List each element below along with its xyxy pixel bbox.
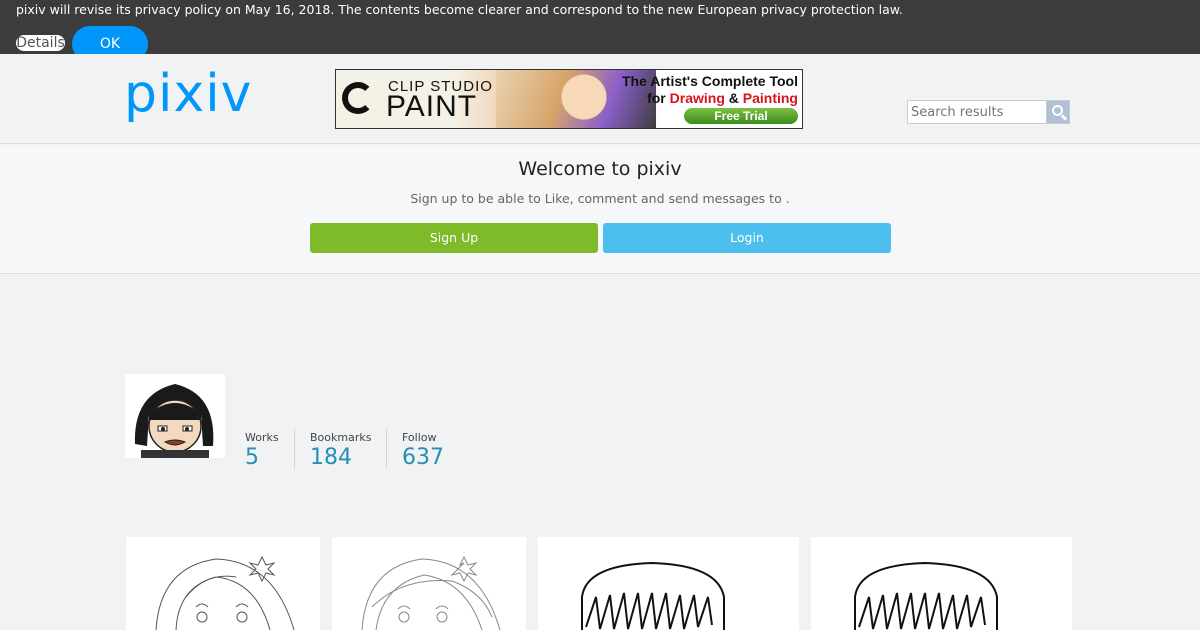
- stat-divider: [294, 429, 295, 469]
- work-sketch-image: [581, 561, 725, 630]
- stat-follow-label: Follow: [402, 431, 437, 444]
- clip-studio-logo-icon: [342, 82, 374, 114]
- stat-follow[interactable]: Follow 637: [402, 431, 444, 471]
- search-button[interactable]: [1046, 100, 1070, 124]
- ad-subline-middle: &: [724, 90, 743, 106]
- ad-headline: The Artist's Complete Tool: [621, 73, 798, 89]
- search-input[interactable]: [907, 100, 1047, 124]
- site-header: pixiv CLIP STUDIO PAINT The Artist's Com…: [0, 54, 1200, 144]
- pixiv-logo[interactable]: pixiv: [124, 64, 252, 124]
- stat-bookmarks-value: 184: [310, 445, 352, 470]
- login-button[interactable]: Login: [603, 223, 891, 253]
- welcome-panel: Welcome to pixiv Sign up to be able to L…: [0, 145, 1200, 274]
- work-sketch-image: [854, 561, 998, 630]
- ad-free-trial-button[interactable]: Free Trial: [684, 108, 798, 124]
- details-button[interactable]: Details: [16, 35, 65, 51]
- ad-subline-prefix: for: [647, 90, 670, 106]
- stat-works-value: 5: [245, 445, 259, 470]
- work-sketch-image: [361, 555, 501, 630]
- stat-follow-value: 637: [402, 445, 444, 470]
- privacy-notice-text: pixiv will revise its privacy policy on …: [16, 2, 903, 17]
- sign-up-button[interactable]: Sign Up: [310, 223, 598, 253]
- stat-bookmarks[interactable]: Bookmarks 184: [310, 431, 371, 471]
- ad-subline-drawing: Drawing: [669, 90, 725, 106]
- work-thumbnail[interactable]: [332, 537, 526, 630]
- work-thumbnail[interactable]: [811, 537, 1072, 630]
- ad-brand: PAINT: [386, 90, 478, 123]
- welcome-title: Welcome to pixiv: [518, 158, 682, 180]
- stat-bookmarks-label: Bookmarks: [310, 431, 372, 444]
- avatar[interactable]: [125, 374, 225, 458]
- privacy-banner: pixiv will revise its privacy policy on …: [0, 0, 1200, 62]
- welcome-subtitle: Sign up to be able to Like, comment and …: [410, 191, 790, 206]
- ad-subline: for Drawing & Painting: [647, 90, 798, 106]
- work-sketch-image: [155, 555, 295, 630]
- work-thumbnail[interactable]: [126, 537, 320, 630]
- stat-works-label: Works: [245, 431, 279, 444]
- work-thumbnail[interactable]: [538, 537, 799, 630]
- avatar-illustration: [125, 374, 225, 458]
- stat-divider: [386, 429, 387, 469]
- stat-works[interactable]: Works 5: [245, 431, 279, 471]
- ad-subline-painting: Painting: [742, 90, 798, 106]
- ad-banner[interactable]: CLIP STUDIO PAINT The Artist's Complete …: [335, 69, 803, 129]
